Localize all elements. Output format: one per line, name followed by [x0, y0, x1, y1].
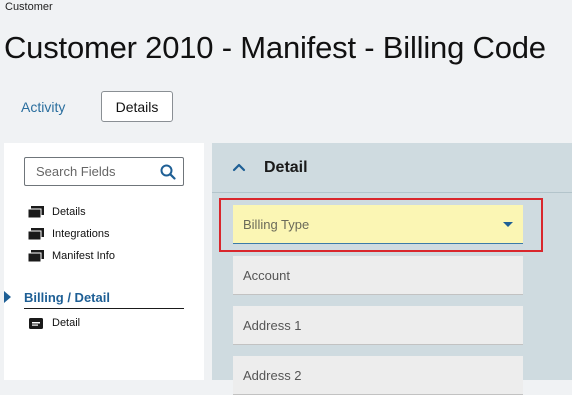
field-label: Address 2	[243, 367, 302, 383]
billing-type-dropdown[interactable]: Billing Type	[233, 205, 523, 244]
sidebar: Details Integrations Manifest Info Billi…	[4, 143, 204, 380]
search-field-box[interactable]	[24, 157, 184, 186]
field-label: Billing Type	[243, 216, 310, 232]
page-title: Customer 2010 - Manifest - Billing Code	[4, 30, 546, 65]
sidebar-section-billing-detail[interactable]: Billing / Detail	[24, 290, 110, 305]
sidebar-item-label: Manifest Info	[52, 250, 115, 262]
address-2-field[interactable]: Address 2	[233, 356, 523, 395]
panel-title: Detail	[264, 159, 308, 176]
chevron-up-icon[interactable]	[232, 161, 246, 173]
stack-icon	[28, 250, 44, 262]
sidebar-item-manifest-info[interactable]: Manifest Info	[28, 250, 115, 262]
detail-panel: Detail Billing Type Account Address 1 Ad…	[212, 143, 572, 395]
section-divider	[24, 308, 184, 309]
sidebar-item-detail[interactable]: Detail	[29, 317, 80, 329]
stack-icon	[28, 228, 44, 240]
tab-activity[interactable]: Activity	[21, 99, 65, 115]
stack-icon	[28, 206, 44, 218]
tab-details[interactable]: Details	[101, 91, 173, 122]
sidebar-item-integrations[interactable]: Integrations	[28, 228, 109, 240]
account-field[interactable]: Account	[233, 256, 523, 295]
sidebar-item-details[interactable]: Details	[28, 206, 86, 218]
search-input[interactable]	[34, 163, 159, 180]
breadcrumb[interactable]: Customer	[5, 1, 53, 13]
panel-header: Detail	[212, 143, 572, 193]
field-label: Account	[243, 267, 290, 283]
sidebar-item-label: Integrations	[52, 228, 110, 240]
sidebar-item-label: Details	[52, 206, 86, 218]
active-section-marker	[4, 291, 11, 303]
sidebar-item-label: Detail	[52, 317, 81, 329]
address-1-field[interactable]: Address 1	[233, 306, 523, 345]
field-label: Address 1	[243, 317, 302, 333]
search-icon[interactable]	[159, 163, 177, 181]
caret-down-icon[interactable]	[503, 222, 513, 227]
card-icon	[29, 317, 43, 329]
